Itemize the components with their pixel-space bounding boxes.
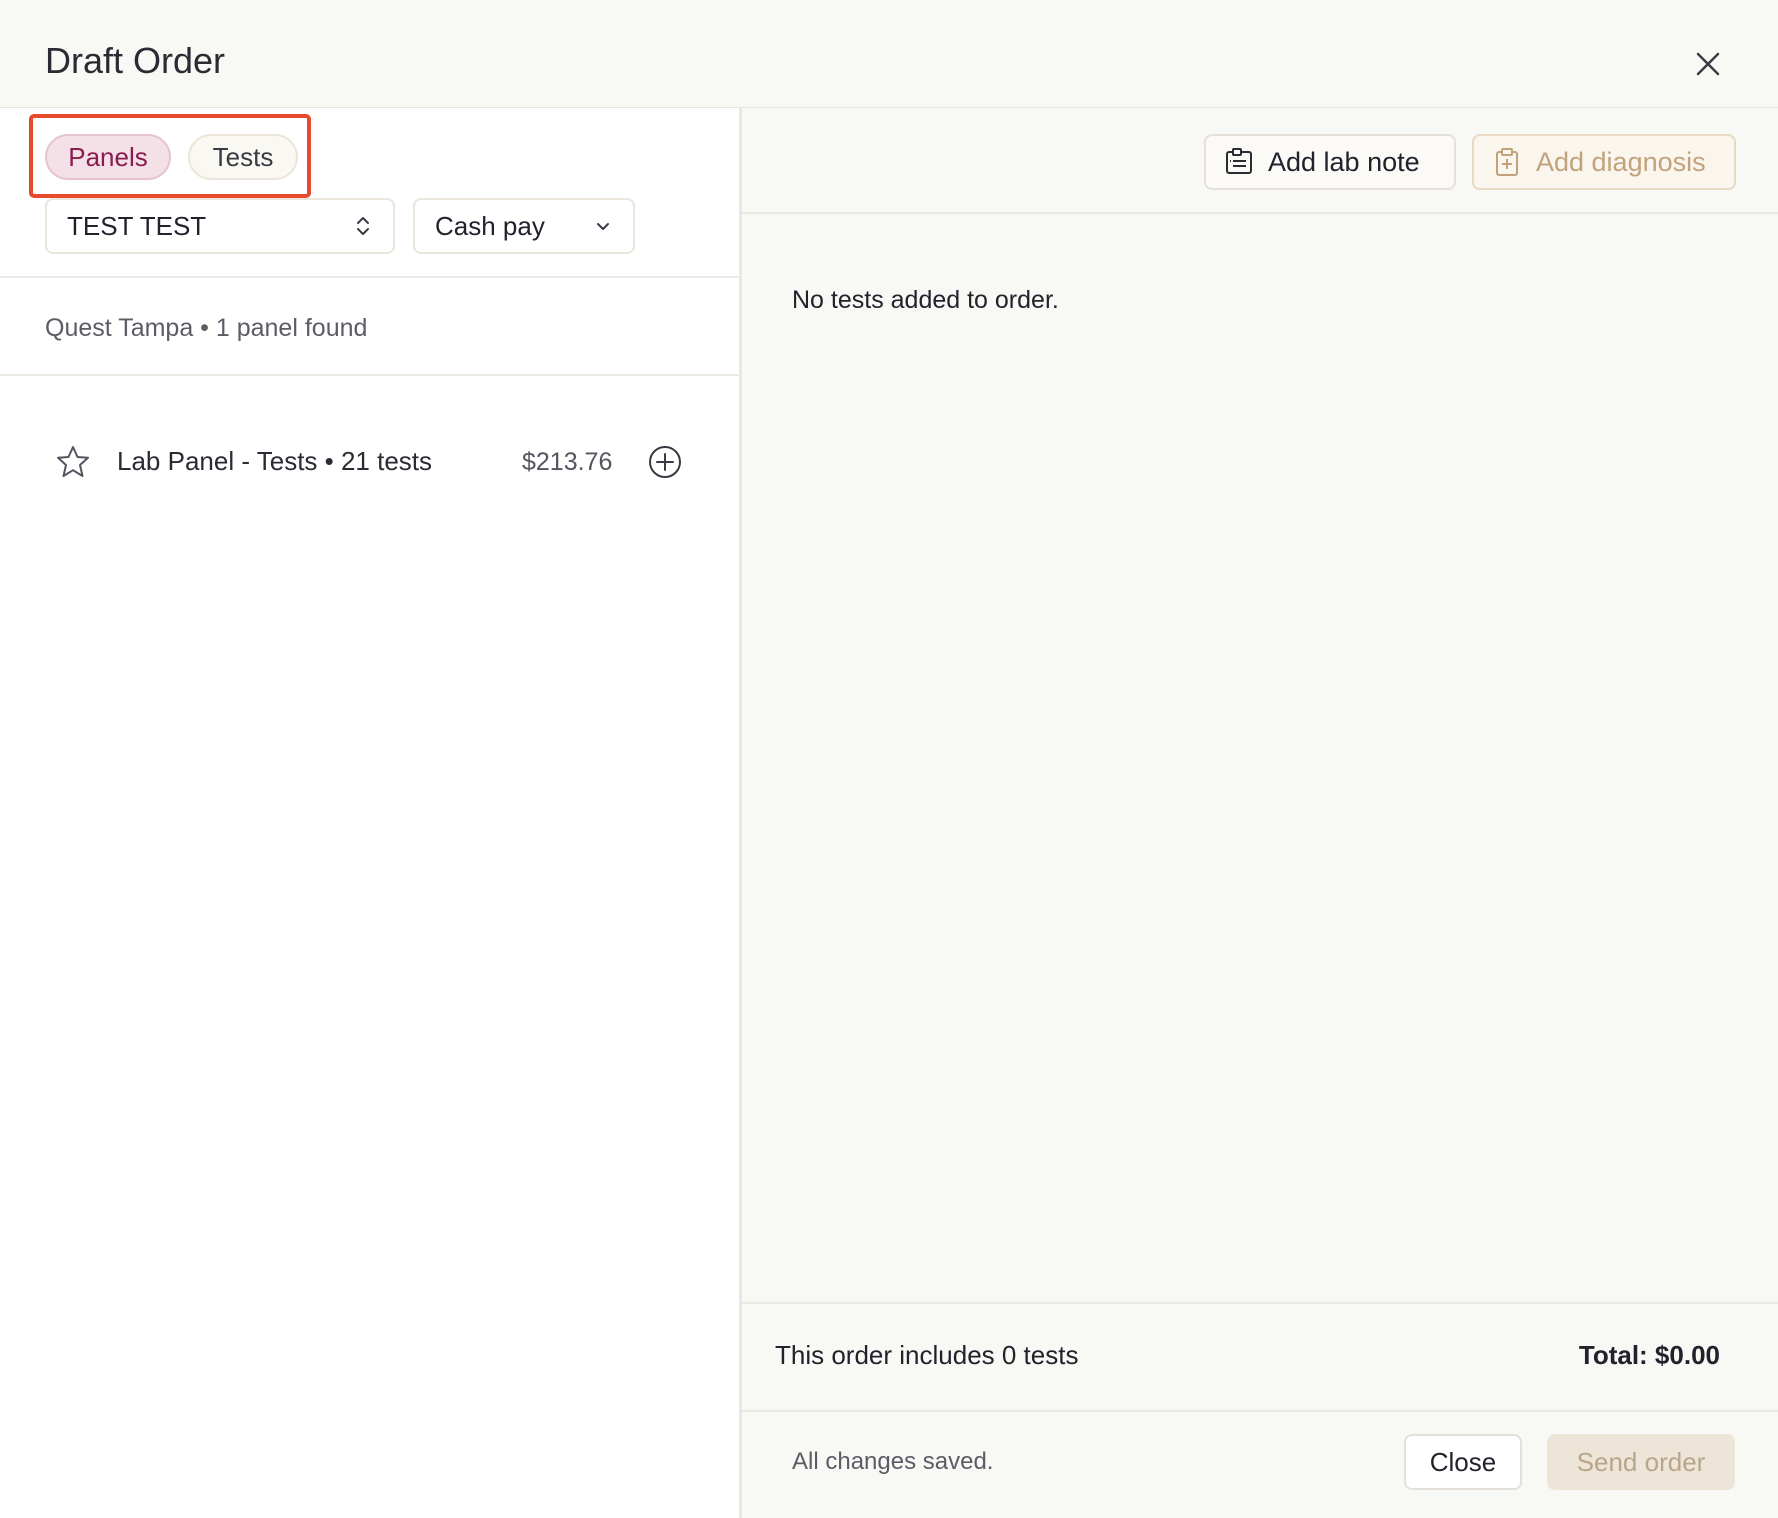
order-panel: Add lab note Add diagnosis No tests adde… — [742, 108, 1778, 1518]
star-icon[interactable] — [55, 444, 91, 480]
add-diagnosis-button[interactable]: Add diagnosis — [1472, 134, 1736, 190]
dialog-title: Draft Order — [45, 40, 226, 81]
add-lab-note-label: Add lab note — [1268, 146, 1420, 177]
dialog-header: Draft Order — [0, 0, 1778, 108]
send-order-button[interactable]: Send order — [1547, 1434, 1735, 1490]
close-button[interactable]: Close — [1404, 1434, 1522, 1490]
lab-note-icon — [1226, 148, 1252, 174]
chevron-down-icon — [597, 223, 609, 230]
list-item: Lab Panel - Tests • 21 tests $213.76 — [45, 430, 695, 494]
payment-select-value: Cash pay — [435, 210, 545, 241]
panel-price: $213.76 — [522, 448, 613, 476]
order-toolbar: Add lab note Add diagnosis — [742, 108, 1778, 214]
divider — [0, 276, 742, 278]
add-diagnosis-label: Add diagnosis — [1536, 146, 1706, 177]
clipboard-plus-icon — [1496, 148, 1518, 176]
patient-select[interactable]: TEST TEST — [45, 198, 395, 254]
chevron-up-down-icon — [357, 217, 369, 235]
order-test-count: This order includes 0 tests — [775, 1340, 1079, 1370]
empty-order-message: No tests added to order. — [792, 286, 1059, 314]
payment-select[interactable]: Cash pay — [413, 198, 635, 254]
search-summary: Quest Tampa • 1 panel found — [45, 314, 368, 342]
save-status: All changes saved. — [792, 1448, 994, 1475]
panel-name[interactable]: Lab Panel - Tests • 21 tests — [117, 446, 432, 477]
close-icon[interactable] — [1688, 44, 1728, 84]
add-lab-note-button[interactable]: Add lab note — [1204, 134, 1456, 190]
patient-select-value: TEST TEST — [67, 210, 207, 241]
draft-order-dialog: Draft Order Panels Tests TEST TEST Cash … — [0, 0, 1778, 1518]
order-totals: This order includes 0 tests Total: $0.00 — [742, 1302, 1778, 1412]
divider — [0, 374, 742, 376]
order-total: Total: $0.00 — [1578, 1340, 1720, 1370]
add-circle-icon[interactable] — [647, 444, 683, 480]
highlight-box — [29, 114, 311, 198]
